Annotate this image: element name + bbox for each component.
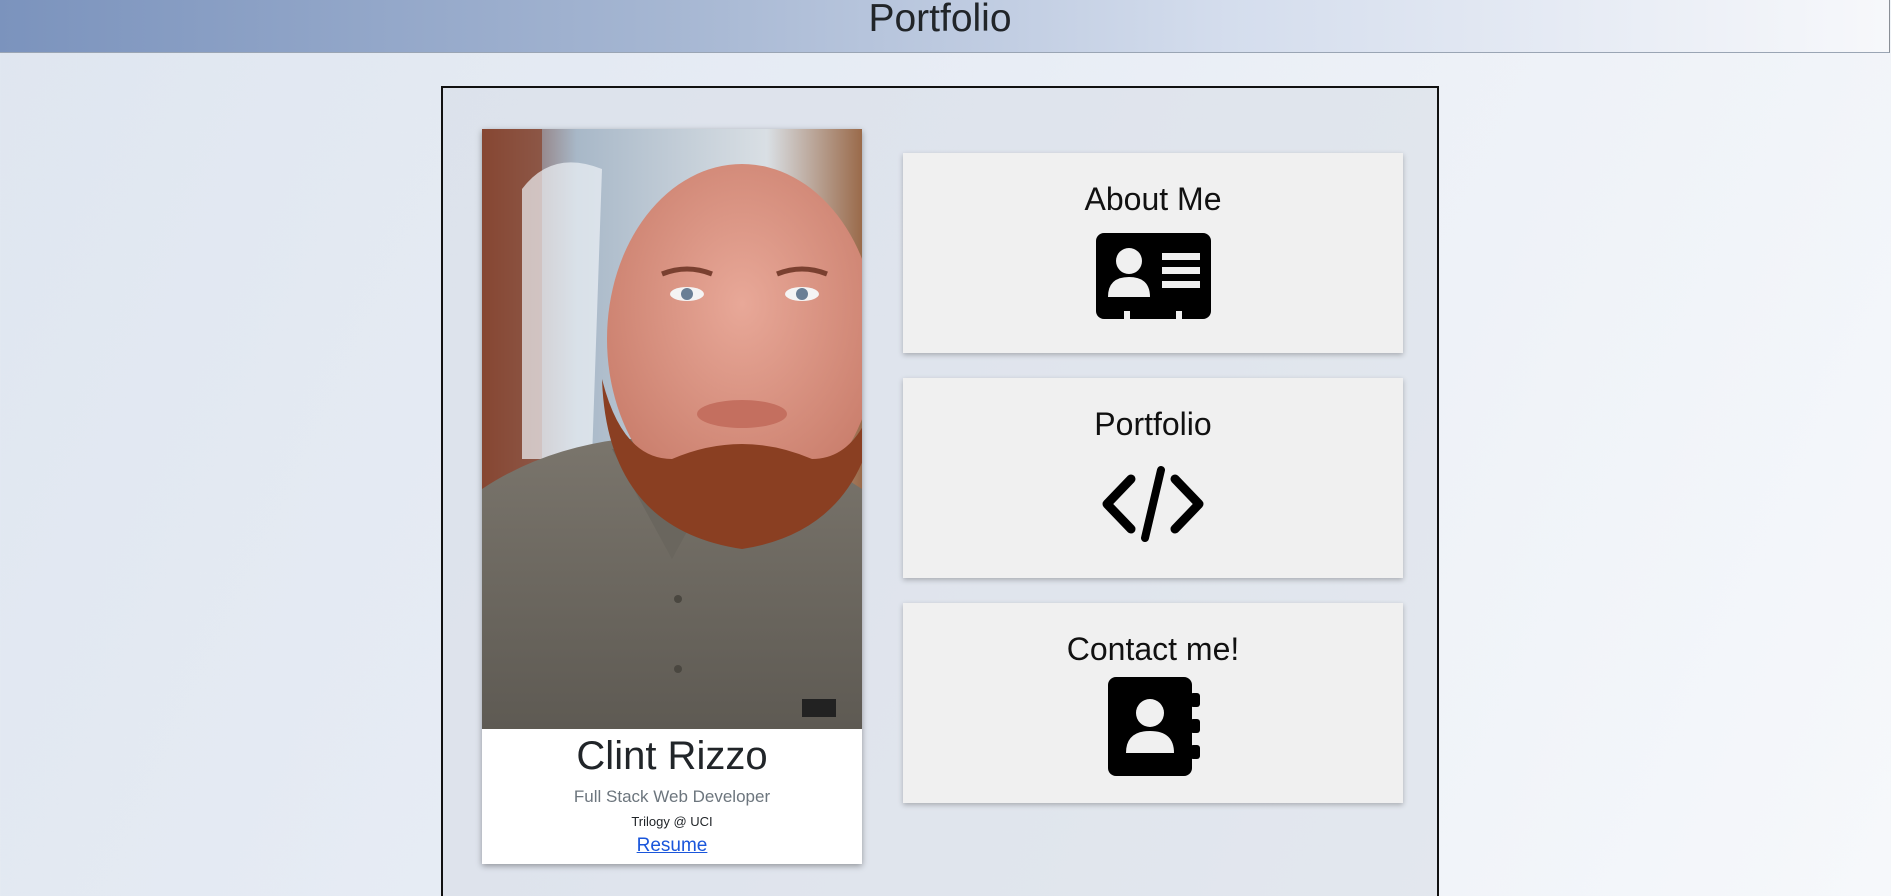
id-card-icon: [1096, 233, 1211, 321]
page-title: Portfolio: [868, 0, 1012, 40]
address-book-icon: [1108, 677, 1200, 776]
about-me-title: About Me: [1084, 181, 1222, 217]
profile-photo: [482, 129, 862, 729]
about-me-card[interactable]: About Me: [903, 153, 1403, 353]
portfolio-card[interactable]: Portfolio: [903, 378, 1403, 578]
code-icon: [1102, 466, 1204, 542]
profile-name: Clint Rizzo: [576, 734, 768, 778]
contact-card[interactable]: Contact me!: [903, 603, 1403, 803]
contact-title: Contact me!: [1066, 631, 1240, 667]
resume-link[interactable]: Resume: [482, 835, 862, 857]
portfolio-title: Portfolio: [1094, 406, 1212, 442]
profile-role: Full Stack Web Developer: [573, 787, 771, 806]
profile-card: Clint Rizzo Full Stack Web Developer Tri…: [482, 129, 862, 864]
header-bar: Portfolio: [0, 0, 1890, 53]
profile-school: Trilogy @ UCI: [631, 814, 713, 829]
